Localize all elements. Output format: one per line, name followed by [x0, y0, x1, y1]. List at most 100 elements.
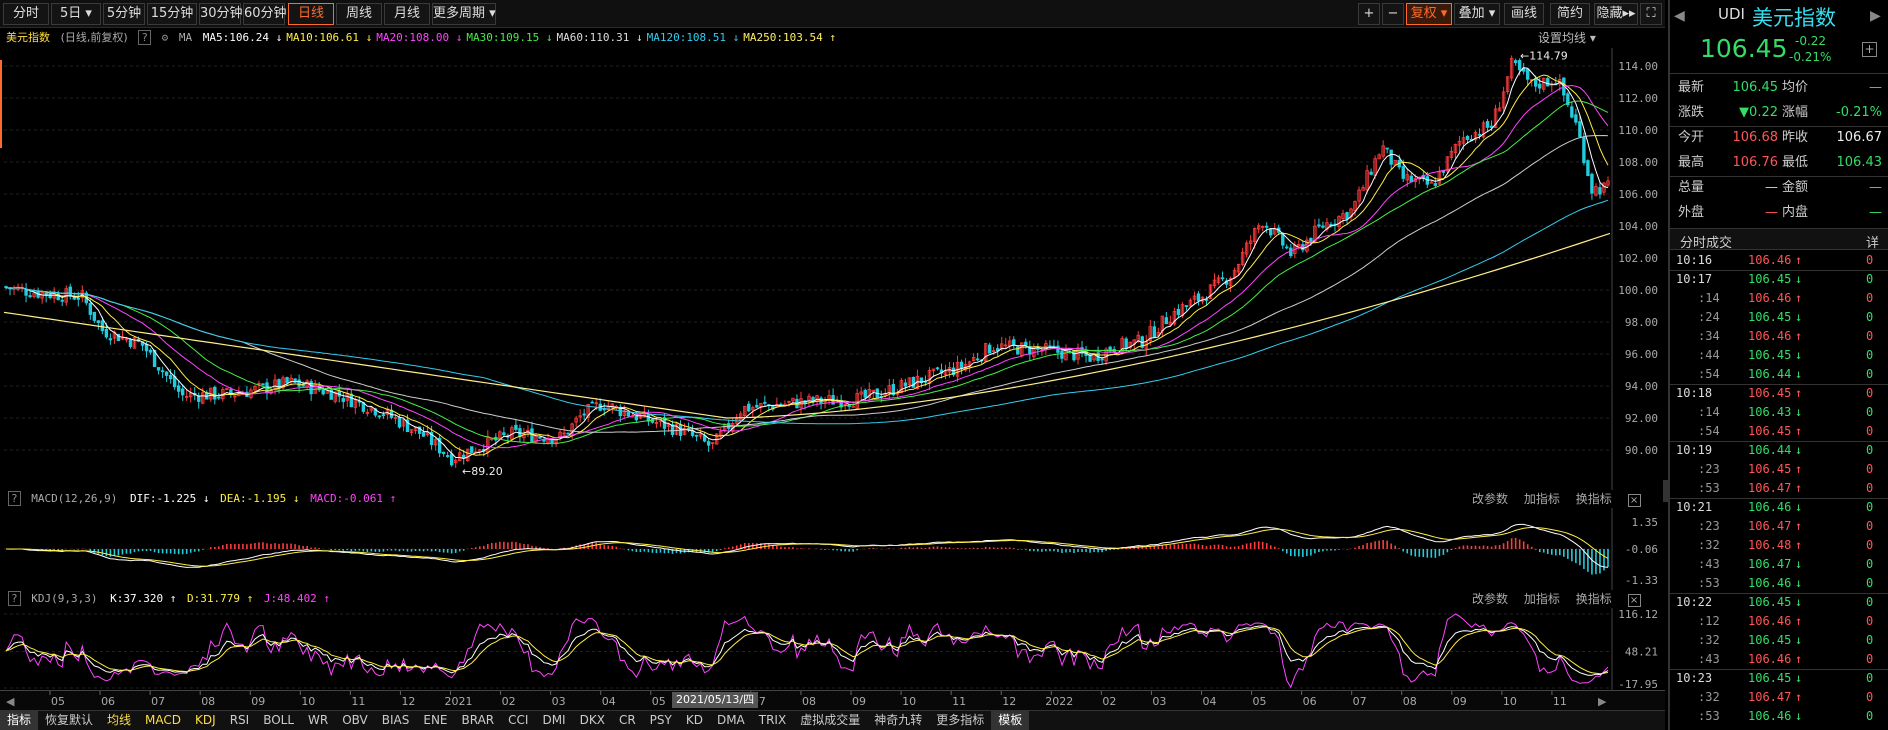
- kdj-add-indicator[interactable]: 加指标: [1524, 592, 1560, 606]
- macd-switch-indicator[interactable]: 换指标: [1576, 492, 1612, 506]
- quote-value: —: [1765, 180, 1778, 195]
- kdj-chart[interactable]: 116.12 48.21 -17.95: [0, 608, 1665, 690]
- kdj-close-icon[interactable]: ×: [1627, 594, 1641, 607]
- gear-icon[interactable]: ⚙: [162, 31, 169, 44]
- prev-arrow-icon[interactable]: ◀: [1674, 8, 1685, 24]
- next-arrow-icon[interactable]: ▶: [1870, 8, 1881, 24]
- indicator-tab[interactable]: CR: [612, 711, 643, 730]
- kdj-d: D:31.779: [186, 592, 240, 605]
- simple-mode-button[interactable]: 简约: [1550, 3, 1590, 25]
- adjust-dropdown[interactable]: 复权 ▾: [1406, 3, 1452, 25]
- indicator-tab[interactable]: DMA: [710, 711, 752, 730]
- quote-row: 总量 — 金额 —: [1670, 176, 1888, 200]
- indicator-tab[interactable]: ENE: [416, 711, 454, 730]
- trade-time: :43: [1698, 557, 1720, 571]
- price-tick: 100.00: [1618, 284, 1658, 297]
- more-periods-dropdown[interactable]: 更多周期 ▾: [432, 3, 496, 25]
- period-5min[interactable]: 5分钟: [103, 3, 145, 25]
- indicator-tab[interactable]: RSI: [223, 711, 257, 730]
- indicator-tab[interactable]: 恢复默认: [38, 711, 100, 730]
- indicator-tab[interactable]: 指标: [0, 711, 39, 730]
- trade-price: 106.47: [1748, 557, 1792, 571]
- indicator-tab[interactable]: 更多指标: [929, 711, 991, 730]
- candle-body: [847, 405, 851, 407]
- indicator-tab[interactable]: 神奇九转: [867, 711, 929, 730]
- candle-body: [1269, 228, 1273, 236]
- indicator-tab[interactable]: CCI: [501, 711, 535, 730]
- arrow-up-icon: ↑: [1795, 481, 1803, 495]
- macd-dea: DEA:-1.195: [220, 492, 287, 505]
- indicator-tab[interactable]: PSY: [643, 711, 679, 730]
- indicator-tab[interactable]: MACD: [138, 711, 188, 730]
- indicator-tab[interactable]: KD: [679, 711, 710, 730]
- candlestick-chart[interactable]: 114.00 112.00 110.00 108.00 106.00 104.00 102.…: [0, 48, 1665, 490]
- candle-body: [911, 376, 916, 388]
- trades-detail-button[interactable]: 详: [1866, 232, 1879, 251]
- add-watch-icon[interactable]: +: [1862, 42, 1877, 57]
- candle-body: [60, 299, 64, 302]
- macd-help-icon[interactable]: ?: [8, 491, 21, 506]
- candle-body: [1281, 233, 1285, 246]
- hide-button[interactable]: 隐藏▸▸: [1594, 3, 1638, 25]
- indicator-tab[interactable]: 虚拟成交量: [793, 711, 867, 730]
- ma-line: [5, 84, 1609, 449]
- ma-settings-dropdown[interactable]: 设置均线 ▾: [1538, 28, 1596, 48]
- indicator-tab[interactable]: DKX: [573, 711, 612, 730]
- zoom-out-button[interactable]: −: [1382, 3, 1404, 25]
- period-60min[interactable]: 60分钟: [243, 3, 287, 25]
- candle-body: [213, 386, 217, 400]
- indicator-tab[interactable]: 模板: [991, 711, 1030, 730]
- fullscreen-icon[interactable]: ⛶: [1640, 3, 1662, 25]
- candle-body: [285, 377, 289, 384]
- macd-add-indicator[interactable]: 加指标: [1524, 492, 1560, 506]
- indicator-tab[interactable]: 均线: [100, 711, 138, 730]
- period-intraday[interactable]: 分时: [3, 3, 49, 25]
- date-label: 03: [1152, 695, 1166, 708]
- trade-price: 106.46: [1748, 291, 1792, 305]
- candle-body: [1385, 147, 1389, 150]
- zoom-in-button[interactable]: +: [1358, 3, 1380, 25]
- period-daily[interactable]: 日线: [288, 3, 334, 25]
- kdj-switch-indicator[interactable]: 换指标: [1576, 592, 1612, 606]
- period-30min[interactable]: 30分钟: [199, 3, 243, 25]
- indicator-tab[interactable]: BOLL: [256, 711, 301, 730]
- kdj-name: KDJ(9,3,3): [31, 592, 98, 605]
- arrow-down-icon: ↓: [1795, 272, 1803, 286]
- trade-time: :34: [1698, 329, 1720, 343]
- ma-settings-label: 设置均线: [1538, 31, 1587, 45]
- help-icon[interactable]: ?: [138, 30, 151, 45]
- indicator-tab[interactable]: OBV: [335, 711, 375, 730]
- kdj-edit-params[interactable]: 改参数: [1472, 592, 1508, 606]
- macd-close-icon[interactable]: ×: [1627, 494, 1641, 507]
- trade-price: 106.47: [1748, 519, 1792, 533]
- indicator-tab[interactable]: BIAS: [375, 711, 417, 730]
- indicator-tab[interactable]: KDJ: [188, 711, 223, 730]
- quote-label: 最新: [1678, 80, 1705, 95]
- period-weekly[interactable]: 周线: [336, 3, 382, 25]
- overlay-dropdown[interactable]: 叠加 ▾: [1454, 3, 1500, 25]
- price-tick: 98.00: [1625, 316, 1658, 329]
- ma250-line: [3, 232, 1611, 419]
- trade-row: :12 106.46 ↑ 0: [1670, 612, 1888, 631]
- indicator-tab[interactable]: BRAR: [455, 711, 502, 730]
- draw-line-button[interactable]: 画线: [1504, 3, 1544, 25]
- indicator-tab[interactable]: DMI: [535, 711, 572, 730]
- period-15min[interactable]: 15分钟: [147, 3, 197, 25]
- kdj-help-icon[interactable]: ?: [8, 591, 21, 606]
- indicator-tab[interactable]: TRIX: [752, 711, 793, 730]
- macd-tick: -0.06: [1625, 543, 1658, 556]
- candle-body: [321, 389, 325, 395]
- candle-body: [626, 412, 631, 417]
- candle-body: [1321, 225, 1325, 228]
- candle-body: [1196, 293, 1201, 301]
- arrow-down-icon: ↓: [1795, 595, 1803, 609]
- macd-chart[interactable]: 1.35 -0.06 -1.33: [0, 508, 1665, 590]
- indicator-tab[interactable]: WR: [301, 711, 335, 730]
- period-monthly[interactable]: 月线: [384, 3, 430, 25]
- period-5day[interactable]: 5日 ▾: [51, 3, 101, 25]
- macd-edit-params[interactable]: 改参数: [1472, 492, 1508, 506]
- candle-body: [959, 361, 964, 369]
- trade-row: :53 106.47 ↑ 0: [1670, 479, 1888, 498]
- trade-time: :32: [1698, 538, 1720, 552]
- candle-body: [381, 414, 386, 417]
